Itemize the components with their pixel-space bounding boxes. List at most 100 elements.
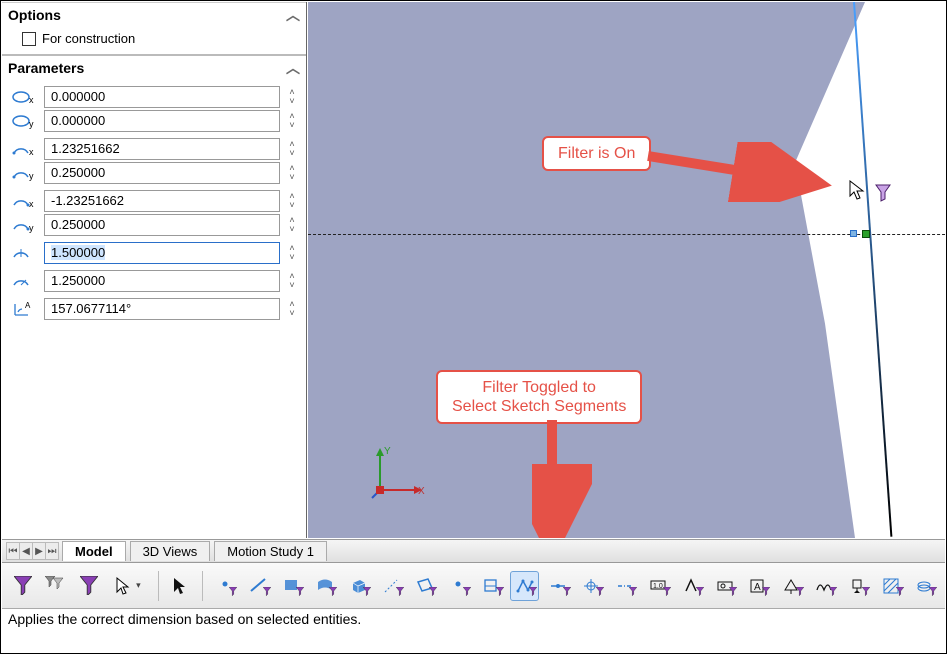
filter-annotations-icon[interactable] bbox=[776, 571, 805, 601]
parameter-input[interactable]: 1.500000 bbox=[44, 242, 280, 264]
filter-axes-icon[interactable] bbox=[377, 571, 406, 601]
spin-down-icon[interactable]: ˅ bbox=[286, 281, 298, 290]
spin-down-icon[interactable]: ˅ bbox=[286, 97, 298, 106]
view-triad[interactable]: X Y bbox=[368, 442, 428, 502]
status-bar: Applies the correct dimension based on s… bbox=[2, 609, 945, 631]
spin-down-icon[interactable]: ˅ bbox=[286, 309, 298, 318]
spin-down-icon[interactable]: ˅ bbox=[286, 201, 298, 210]
filter-edges-icon[interactable] bbox=[243, 571, 272, 601]
filter-center-marks-icon[interactable] bbox=[577, 571, 606, 601]
svg-text:A: A bbox=[25, 301, 31, 310]
parameter-input[interactable]: 157.0677114° bbox=[44, 298, 280, 320]
filter-badge-icon bbox=[263, 584, 271, 599]
filter-planes-icon[interactable] bbox=[410, 571, 439, 601]
spin-down-icon[interactable]: ˅ bbox=[286, 225, 298, 234]
parameter-row: A 157.0677114° ˄˅ bbox=[10, 298, 298, 320]
filter-datum-icon[interactable] bbox=[843, 571, 872, 601]
param-cy: y bbox=[10, 110, 38, 132]
filter-badge-icon bbox=[762, 584, 770, 599]
cursor-icon bbox=[849, 180, 867, 202]
filter-faces-icon[interactable] bbox=[277, 571, 306, 601]
checkbox-icon bbox=[22, 32, 36, 46]
parameter-input[interactable]: 0.000000 bbox=[44, 86, 280, 108]
param-by: y bbox=[10, 214, 38, 236]
selection-filter-toggle-icon[interactable] bbox=[8, 571, 37, 601]
select-all-filters-icon[interactable] bbox=[75, 571, 104, 601]
parameter-input[interactable]: 0.250000 bbox=[44, 214, 280, 236]
spin-down-icon[interactable]: ˅ bbox=[286, 149, 298, 158]
parameter-row: y 0.000000 ˄˅ bbox=[10, 110, 298, 132]
filter-cursor-badge-icon bbox=[875, 184, 891, 202]
svg-text:y: y bbox=[29, 223, 34, 233]
filter-vertices-icon[interactable] bbox=[210, 571, 239, 601]
filter-geometric-tolerance-icon[interactable] bbox=[710, 571, 739, 601]
spin-down-icon[interactable]: ˅ bbox=[286, 253, 298, 262]
filter-solid-bodies-icon[interactable] bbox=[343, 571, 372, 601]
toolbar-separator bbox=[202, 571, 203, 601]
filter-sketches-icon[interactable] bbox=[477, 571, 506, 601]
parameter-input[interactable]: 0.250000 bbox=[44, 162, 280, 184]
clear-filters-icon[interactable] bbox=[41, 571, 70, 601]
graphics-viewport[interactable]: X Y Filter is On Filter Toggled to Selec… bbox=[308, 2, 945, 538]
spinner-control[interactable]: ˄˅ bbox=[286, 214, 298, 236]
cursor-select-icon[interactable]: ▾ bbox=[108, 571, 151, 601]
svg-text:y: y bbox=[29, 119, 34, 129]
filter-weld-beads-icon[interactable] bbox=[810, 571, 839, 601]
tab-motion-study-1[interactable]: Motion Study 1 bbox=[214, 541, 327, 561]
tab-nav-last-icon[interactable]: ⏭ bbox=[45, 542, 59, 560]
parameters-section-header[interactable]: Parameters ︿ bbox=[2, 54, 306, 80]
filter-surface-finish-icon[interactable] bbox=[677, 571, 706, 601]
filter-midpoints-icon[interactable] bbox=[543, 571, 572, 601]
tab-nav-next-icon[interactable]: ▶ bbox=[32, 542, 46, 560]
filter-badge-icon bbox=[296, 584, 304, 599]
parameter-input[interactable]: 0.000000 bbox=[44, 110, 280, 132]
for-construction-checkbox[interactable]: For construction bbox=[22, 31, 286, 46]
filter-surface-bodies-icon[interactable] bbox=[310, 571, 339, 601]
invert-selection-icon[interactable] bbox=[166, 571, 195, 601]
spinner-control[interactable]: ˄˅ bbox=[286, 86, 298, 108]
filter-badge-icon bbox=[496, 584, 504, 599]
svg-text:A: A bbox=[754, 582, 761, 593]
parameter-row: 1.250000 ˄˅ bbox=[10, 270, 298, 292]
spin-down-icon[interactable]: ˅ bbox=[286, 121, 298, 130]
svg-text:y: y bbox=[29, 171, 34, 181]
spinner-control[interactable]: ˄˅ bbox=[286, 162, 298, 184]
tab-model[interactable]: Model bbox=[62, 541, 126, 561]
filter-cosmetic-threads-icon[interactable] bbox=[910, 571, 939, 601]
filter-badge-icon bbox=[463, 584, 471, 599]
tab-nav-prev-icon[interactable]: ◀ bbox=[19, 542, 33, 560]
parameter-input[interactable]: 1.23251662 bbox=[44, 138, 280, 160]
filter-sketch-segments-icon[interactable] bbox=[510, 571, 539, 601]
filter-badge-icon bbox=[829, 584, 837, 599]
endpoint-handle[interactable] bbox=[862, 230, 870, 238]
parameter-input[interactable]: -1.23251662 bbox=[44, 190, 280, 212]
param-radius-major bbox=[10, 242, 38, 264]
tab-nav-first-icon[interactable]: ⏮ bbox=[6, 542, 20, 560]
spinner-control[interactable]: ˄˅ bbox=[286, 138, 298, 160]
filter-centerlines-icon[interactable] bbox=[610, 571, 639, 601]
spinner-control[interactable]: ˄˅ bbox=[286, 190, 298, 212]
filter-sketch-points-icon[interactable] bbox=[443, 571, 472, 601]
selection-filter-toolbar: ▾ 1.0 A bbox=[2, 563, 945, 609]
toolbar-separator bbox=[158, 571, 159, 601]
snap-point-handle[interactable] bbox=[850, 230, 857, 237]
filter-hatches-icon[interactable] bbox=[876, 571, 905, 601]
options-title: Options bbox=[8, 7, 61, 23]
dropdown-caret-icon[interactable]: ▾ bbox=[132, 580, 144, 591]
spinner-control[interactable]: ˄˅ bbox=[286, 298, 298, 320]
param-angle: A bbox=[10, 298, 38, 320]
options-section-header[interactable]: Options ︿ bbox=[2, 2, 306, 27]
spinner-control[interactable]: ˄˅ bbox=[286, 110, 298, 132]
tab-3d-views[interactable]: 3D Views bbox=[130, 541, 211, 561]
filter-notes-icon[interactable]: A bbox=[743, 571, 772, 601]
parameter-input[interactable]: 1.250000 bbox=[44, 270, 280, 292]
parameter-row: 1.500000 ˄˅ bbox=[10, 242, 298, 264]
filter-badge-icon bbox=[862, 584, 870, 599]
svg-text:x: x bbox=[29, 147, 34, 157]
param-radius-minor bbox=[10, 270, 38, 292]
spinner-control[interactable]: ˄˅ bbox=[286, 242, 298, 264]
filter-badge-icon bbox=[729, 584, 737, 599]
spin-down-icon[interactable]: ˅ bbox=[286, 173, 298, 182]
spinner-control[interactable]: ˄˅ bbox=[286, 270, 298, 292]
filter-dimensions-icon[interactable]: 1.0 bbox=[643, 571, 672, 601]
